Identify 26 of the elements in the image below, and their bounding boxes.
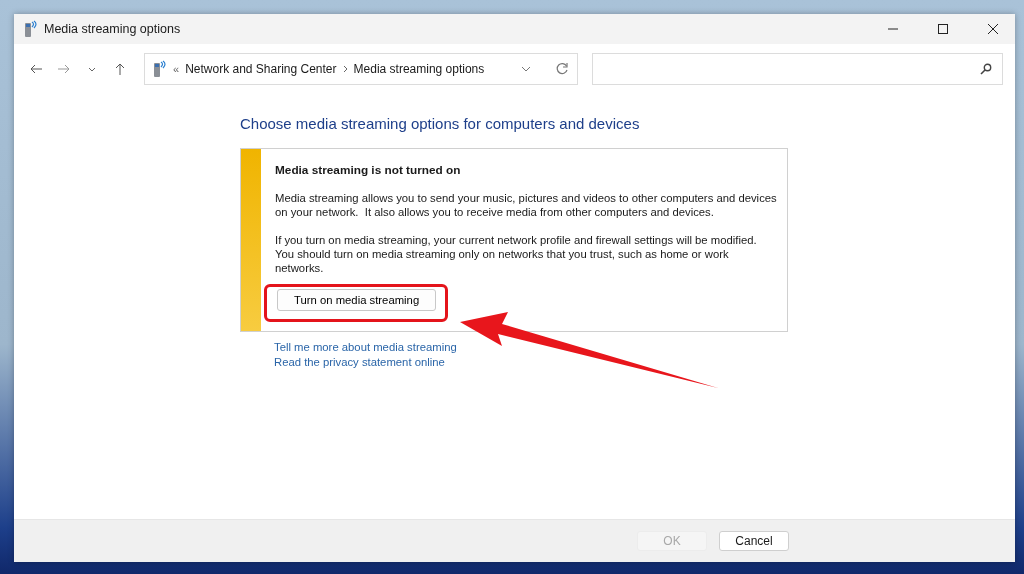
overflow-chevron[interactable]: « [173, 63, 180, 75]
address-bar[interactable]: « Network and Sharing Center Media streaming options [144, 53, 578, 85]
up-icon[interactable] [115, 63, 125, 75]
dropdown-icon[interactable] [521, 66, 531, 72]
notice-text: If you turn on media streaming, your current network profile and firewall settings will be modified. You should turn on media streaming only on networks that you trust, such as home or work networks. [275, 233, 758, 275]
search-icon [980, 63, 992, 75]
breadcrumb[interactable]: Media streaming options [353, 62, 485, 76]
search-field[interactable] [592, 53, 1003, 85]
forward-icon[interactable] [58, 64, 70, 74]
refresh-icon[interactable] [555, 62, 569, 76]
back-icon[interactable] [30, 64, 42, 74]
notice-text: Media streaming allows you to send your music, pictures and videos to other computers and devices on your network. It also allows you to receive media from other computers and devices. [275, 191, 778, 219]
turn-on-streaming-button[interactable]: Turn on media streaming [277, 289, 437, 311]
maximize-icon[interactable] [938, 24, 948, 34]
cancel-button[interactable]: Cancel [719, 531, 789, 551]
location-icon [153, 60, 167, 78]
help-link[interactable]: Read the privacy statement online [274, 356, 445, 368]
help-link[interactable]: Tell me more about media streaming [274, 341, 457, 353]
notice-title: Media streaming is not turned on [275, 163, 462, 177]
app-icon [24, 20, 38, 38]
close-icon[interactable] [988, 24, 998, 34]
dropdown-icon[interactable] [88, 66, 96, 72]
breadcrumb[interactable]: Network and Sharing Center [185, 62, 337, 76]
chevron-icon [342, 65, 348, 73]
page-heading: Choose media streaming options for computers and devices [240, 115, 641, 132]
window-title: Media streaming options [44, 22, 182, 36]
